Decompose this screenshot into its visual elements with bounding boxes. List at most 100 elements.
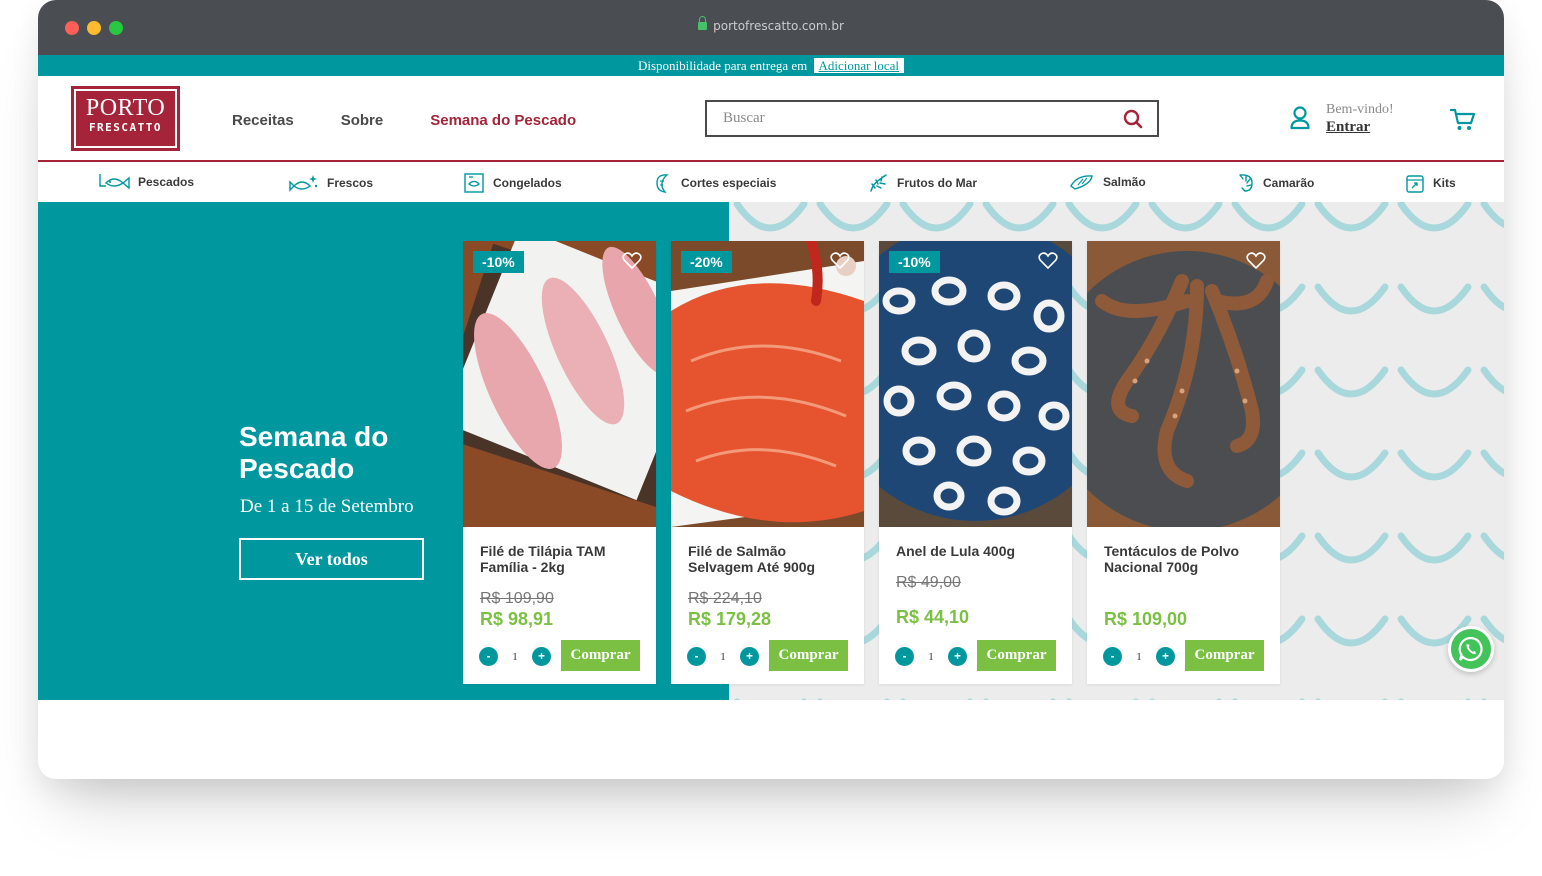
category-cortes-especiais[interactable]: Cortes especiais xyxy=(653,172,776,194)
search-icon[interactable] xyxy=(1123,109,1143,129)
delivery-bar: Disponibilidade para entrega em Adiciona… xyxy=(38,55,1504,76)
whatsapp-icon xyxy=(1458,636,1483,662)
discount-badge: -10% xyxy=(473,251,524,273)
qty-value[interactable]: 1 xyxy=(498,651,532,663)
product-card[interactable]: -20% Filé de Salmão Selvagem Até 900g R$… xyxy=(671,241,864,684)
view-all-button[interactable]: Ver todos xyxy=(239,538,424,580)
category-kits[interactable]: Kits xyxy=(1405,172,1456,194)
decrease-qty-button[interactable]: - xyxy=(1103,647,1122,666)
search-input[interactable] xyxy=(707,102,1107,135)
shrimp-icon xyxy=(1239,174,1253,192)
url-text: portofrescatto.com.br xyxy=(713,19,844,33)
product-price: R$ 98,91 xyxy=(480,609,554,629)
product-name[interactable]: Anel de Lula 400g xyxy=(896,543,1061,559)
porto-frescatto-logo[interactable]: PORTO FRESCATTO xyxy=(72,87,179,150)
special-cut-icon xyxy=(656,174,669,193)
delivery-text: Disponibilidade para entrega em xyxy=(637,58,808,73)
quantity-stepper: - 1 + xyxy=(1103,647,1175,666)
product-old-price: R$ 224,10 xyxy=(688,590,762,607)
nav-sobre[interactable]: Sobre xyxy=(341,112,384,129)
nav-semana-do-pescado[interactable]: Semana do Pescado xyxy=(430,112,576,129)
hero-subtitle: De 1 a 15 de Setembro xyxy=(240,496,414,517)
qty-value[interactable]: 1 xyxy=(706,651,740,663)
category-label: Frescos xyxy=(327,176,374,190)
kit-box-icon xyxy=(1406,175,1424,193)
favorite-heart-icon[interactable] xyxy=(1038,252,1058,270)
discount-badge: -10% xyxy=(889,251,940,273)
product-price: R$ 179,28 xyxy=(688,609,772,629)
user-icon xyxy=(1290,106,1310,130)
category-label: Kits xyxy=(1433,176,1456,190)
product-old-price: R$ 109,90 xyxy=(480,590,554,607)
quantity-stepper: - 1 + xyxy=(895,647,967,666)
browser-titlebar: portofrescatto.com.br xyxy=(38,0,1504,55)
category-frescos[interactable]: Frescos xyxy=(289,172,373,194)
product-card[interactable]: Tentáculos de Polvo Nacional 700g R$ 109… xyxy=(1087,241,1280,684)
welcome-text: Bem-vindo! xyxy=(1326,102,1394,117)
quantity-stepper: - 1 + xyxy=(479,647,551,666)
category-label: Frutos do Mar xyxy=(897,176,977,190)
address-bar[interactable]: portofrescatto.com.br xyxy=(38,16,1504,33)
frozen-icon xyxy=(464,173,484,193)
decrease-qty-button[interactable]: - xyxy=(895,647,914,666)
product-card[interactable]: -10% Anel de Lula 400g R$ 49,00 R$ 44,10… xyxy=(879,241,1072,684)
product-image-octopus[interactable] xyxy=(1087,241,1280,527)
increase-qty-button[interactable]: + xyxy=(740,647,759,666)
hero-banner: Semana do Pescado De 1 a 15 de Setembro … xyxy=(38,202,1504,700)
increase-qty-button[interactable]: + xyxy=(1156,647,1175,666)
buy-button[interactable]: Comprar xyxy=(1185,640,1264,671)
category-frutos-do-mar[interactable]: Frutos do Mar xyxy=(867,172,977,194)
product-card[interactable]: -10% Filé de Tilápia TAM Família - 2kg R… xyxy=(463,241,656,684)
increase-qty-button[interactable]: + xyxy=(532,647,551,666)
lock-icon xyxy=(698,16,708,30)
product-image-squid-rings[interactable]: -10% xyxy=(879,241,1072,527)
logo-line2: FRESCATTO xyxy=(88,121,163,134)
product-name[interactable]: Filé de Salmão Selvagem Até 900g xyxy=(688,543,853,575)
whatsapp-button[interactable] xyxy=(1448,626,1494,672)
hero-title: Semana do Pescado xyxy=(239,421,389,484)
category-label: Salmão xyxy=(1103,175,1146,189)
product-old-price: R$ 49,00 xyxy=(896,574,961,591)
favorite-heart-icon[interactable] xyxy=(622,252,642,270)
category-camarao[interactable]: Camarão xyxy=(1237,172,1314,194)
search-box xyxy=(705,100,1159,137)
category-pescados[interactable]: Pescados xyxy=(98,172,194,192)
product-price: R$ 44,10 xyxy=(896,607,970,627)
qty-value[interactable]: 1 xyxy=(1122,651,1156,663)
cart-icon[interactable] xyxy=(1450,108,1476,132)
login-link[interactable]: Entrar xyxy=(1326,119,1370,136)
nav-receitas[interactable]: Receitas xyxy=(232,112,294,129)
fresh-fish-icon xyxy=(289,175,318,192)
favorite-heart-icon[interactable] xyxy=(830,252,850,270)
browser-window: portofrescatto.com.br Disponibilidade pa… xyxy=(38,0,1504,779)
product-name[interactable]: Filé de Tilápia TAM Família - 2kg xyxy=(480,543,645,575)
decrease-qty-button[interactable]: - xyxy=(687,647,706,666)
category-salmao[interactable]: Salmão xyxy=(1069,172,1146,192)
product-name[interactable]: Tentáculos de Polvo Nacional 700g xyxy=(1104,543,1269,575)
salmon-icon xyxy=(1070,175,1093,190)
buy-button[interactable]: Comprar xyxy=(561,640,640,671)
category-congelados[interactable]: Congelados xyxy=(463,172,562,194)
product-image-salmon[interactable]: -20% xyxy=(671,241,864,527)
category-label: Camarão xyxy=(1263,176,1315,190)
logo-line1: PORTO xyxy=(85,95,166,121)
quantity-stepper: - 1 + xyxy=(687,647,759,666)
seafood-icon xyxy=(870,174,887,192)
category-label: Congelados xyxy=(493,176,562,190)
category-label: Pescados xyxy=(138,175,195,189)
category-label: Cortes especiais xyxy=(681,176,777,190)
increase-qty-button[interactable]: + xyxy=(948,647,967,666)
category-nav: Pescados Frescos Congelados Cortes espec… xyxy=(38,162,1504,202)
favorite-heart-icon[interactable] xyxy=(1246,252,1266,270)
discount-badge: -20% xyxy=(681,251,732,273)
product-price: R$ 109,00 xyxy=(1104,609,1188,629)
main-nav: Receitas Sobre Semana do Pescado xyxy=(232,112,576,129)
decrease-qty-button[interactable]: - xyxy=(479,647,498,666)
qty-value[interactable]: 1 xyxy=(914,651,948,663)
buy-button[interactable]: Comprar xyxy=(769,640,848,671)
fish-icon xyxy=(99,174,130,190)
site-header: PORTO FRESCATTO Receitas Sobre Semana do… xyxy=(38,76,1504,162)
buy-button[interactable]: Comprar xyxy=(977,640,1056,671)
add-location-link[interactable]: Adicionar local xyxy=(813,58,905,73)
product-image-tilapia[interactable]: -10% xyxy=(463,241,656,527)
